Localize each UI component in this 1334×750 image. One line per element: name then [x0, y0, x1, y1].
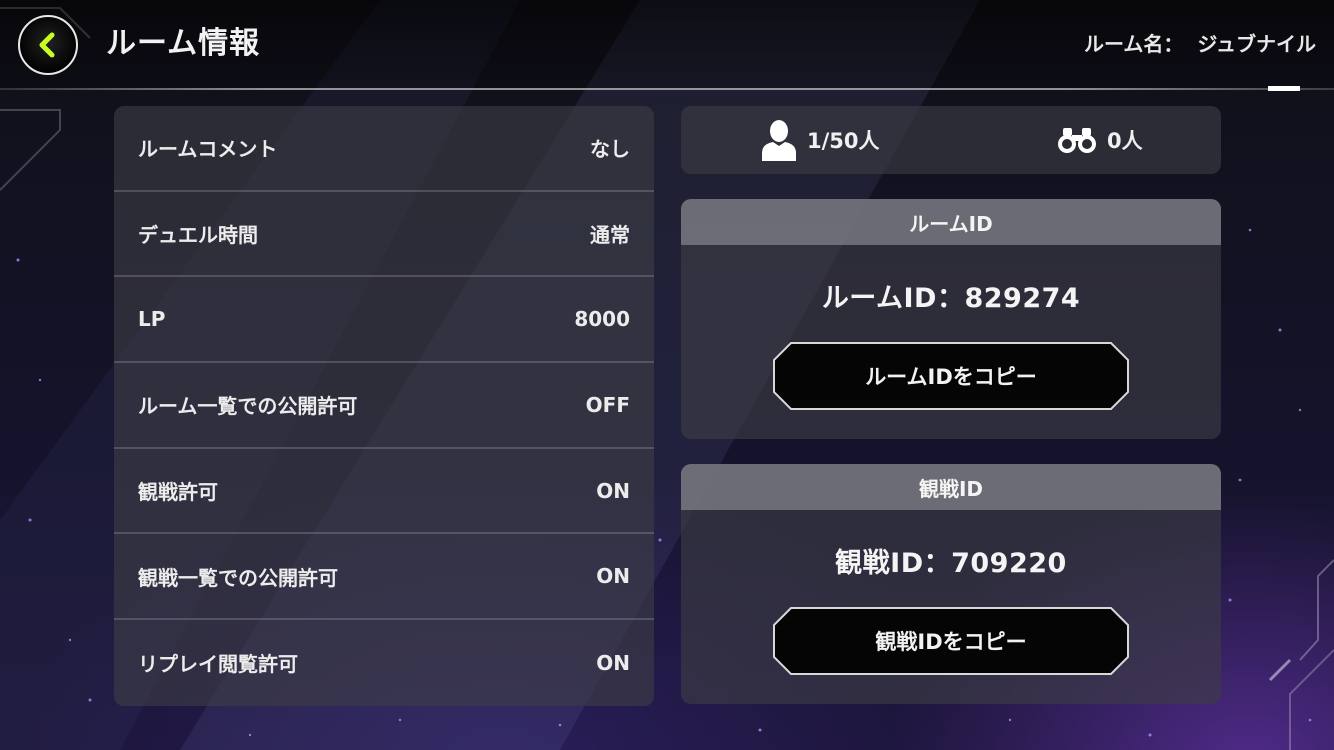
room-name-value: ジュブナイル [1197, 32, 1316, 56]
setting-row-room-comment: ルームコメント なし [114, 106, 654, 192]
setting-row-lp: LP 8000 [114, 277, 654, 364]
spectator-count: 0人 [1057, 106, 1143, 174]
setting-label: デュエル時間 [138, 223, 258, 248]
player-count-text: 1/50人 [807, 129, 880, 153]
setting-value: ON [596, 564, 630, 589]
setting-row-spectate-allowed: 観戦許可 ON [114, 449, 654, 535]
header-divider [0, 88, 1334, 90]
watch-id-header: 観戦ID [681, 464, 1221, 510]
page-title: ルーム情報 [106, 26, 261, 61]
setting-row-spectate-list-public: 観戦一覧での公開許可 ON [114, 534, 654, 621]
watch-id-box: 観戦ID 観戦ID：709220 観戦IDをコピー [681, 464, 1221, 704]
setting-value: ON [596, 650, 630, 675]
setting-label: ルーム一覧での公開許可 [138, 394, 358, 419]
binoculars-icon [1057, 126, 1097, 154]
setting-label: 観戦許可 [138, 480, 218, 505]
person-icon [761, 119, 797, 161]
room-name-label: ルーム名： [1083, 32, 1184, 56]
setting-value: 通常 [590, 223, 630, 248]
setting-label: リプレイ閲覧許可 [138, 652, 298, 677]
back-button[interactable] [18, 15, 78, 75]
setting-value: OFF [585, 392, 630, 417]
room-settings-panel: ルームコメント なし デュエル時間 通常 LP 8000 ルーム一覧での公開許可… [114, 106, 654, 706]
setting-label: ルームコメント [138, 137, 278, 162]
participant-counts-panel: 1/50人 0人 [681, 106, 1221, 174]
spectator-count-text: 0人 [1107, 129, 1143, 153]
room-id-box: ルームID ルームID：829274 ルームIDをコピー [681, 199, 1221, 439]
setting-label: LP [138, 307, 166, 332]
copy-room-id-button[interactable]: ルームIDをコピー [773, 342, 1129, 410]
watch-id-text: 観戦ID：709220 [835, 547, 1067, 579]
room-id-text: ルームID：829274 [821, 282, 1081, 314]
setting-value: なし [590, 137, 630, 162]
setting-row-replay-view: リプレイ閲覧許可 ON [114, 620, 654, 706]
copy-watch-id-button[interactable]: 観戦IDをコピー [773, 607, 1129, 675]
setting-row-room-list-public: ルーム一覧での公開許可 OFF [114, 363, 654, 449]
player-count: 1/50人 [761, 106, 880, 174]
header-accent-mark [1268, 86, 1300, 91]
setting-value: 8000 [574, 307, 630, 332]
setting-value: ON [596, 478, 630, 503]
setting-row-duel-time: デュエル時間 通常 [114, 192, 654, 278]
setting-label: 観戦一覧での公開許可 [138, 565, 338, 590]
room-name: ルーム名： ジュブナイル [1084, 28, 1316, 60]
room-id-header: ルームID [681, 199, 1221, 245]
chevron-left-icon [39, 32, 55, 58]
